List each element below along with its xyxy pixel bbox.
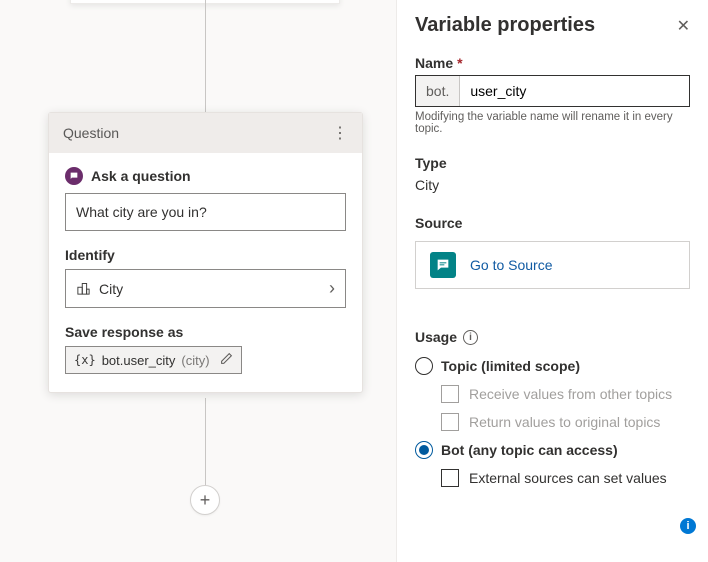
name-input[interactable] [460,76,689,106]
name-field[interactable]: bot. [415,75,690,107]
checkbox-icon [441,469,459,487]
info-icon[interactable]: i [463,330,478,345]
name-helper-text: Modifying the variable name will rename … [415,111,690,135]
chevron-right-icon: › [329,278,335,299]
return-values-checkbox: Return values to original topics [441,413,690,431]
node-header: Question ⋮ [49,113,362,153]
source-label: Source [415,215,690,231]
connector-line [205,398,206,498]
question-icon [65,167,83,185]
usage-label: Usage i [415,329,690,345]
authoring-canvas: + Question ⋮ Ask a question Identify Cit… [0,0,396,562]
external-sources-checkbox[interactable]: External sources can set values [441,469,690,487]
save-response-label: Save response as [65,324,346,340]
connector-line [205,0,206,112]
question-node[interactable]: Question ⋮ Ask a question Identify City … [48,112,363,393]
usage-bot-radio[interactable]: Bot (any topic can access) [415,441,690,459]
variable-brace-icon: {x} [74,353,96,367]
more-icon[interactable]: ⋮ [332,123,348,143]
radio-bot-label: Bot (any topic can access) [441,442,618,458]
identify-value: City [99,281,123,297]
ask-question-label: Ask a question [65,167,346,185]
checkbox-icon [441,385,459,403]
go-to-source-button[interactable]: Go to Source [415,241,690,289]
ask-question-text: Ask a question [91,168,191,184]
receive-values-label: Receive values from other topics [469,386,672,402]
variable-chip[interactable]: {x} bot.user_city (city) [65,346,242,374]
name-prefix: bot. [416,76,460,106]
panel-title: Variable properties [415,14,595,37]
identify-select[interactable]: City › [65,269,346,308]
name-label: Name* [415,55,690,71]
return-values-label: Return values to original topics [469,414,660,430]
radio-icon [415,357,433,375]
variable-properties-panel: Variable properties ✕ Name* bot. Modifyi… [396,0,708,562]
close-icon[interactable]: ✕ [677,16,690,36]
identify-label: Identify [65,247,346,263]
source-icon [430,252,456,278]
type-value: City [415,177,690,193]
checkbox-icon [441,413,459,431]
radio-icon [415,441,433,459]
pencil-icon[interactable] [220,352,233,368]
question-input[interactable] [65,193,346,231]
info-badge-icon[interactable]: i [680,518,696,534]
usage-topic-radio[interactable]: Topic (limited scope) [415,357,690,375]
variable-name: bot.user_city [102,353,176,368]
type-label: Type [415,155,690,171]
node-title: Question [63,125,119,141]
external-sources-label: External sources can set values [469,470,667,486]
receive-values-checkbox: Receive values from other topics [441,385,690,403]
radio-topic-label: Topic (limited scope) [441,358,580,374]
entity-icon [76,281,91,296]
variable-type: (city) [181,353,209,368]
add-node-button[interactable]: + [190,485,220,515]
go-to-source-link: Go to Source [470,257,553,273]
